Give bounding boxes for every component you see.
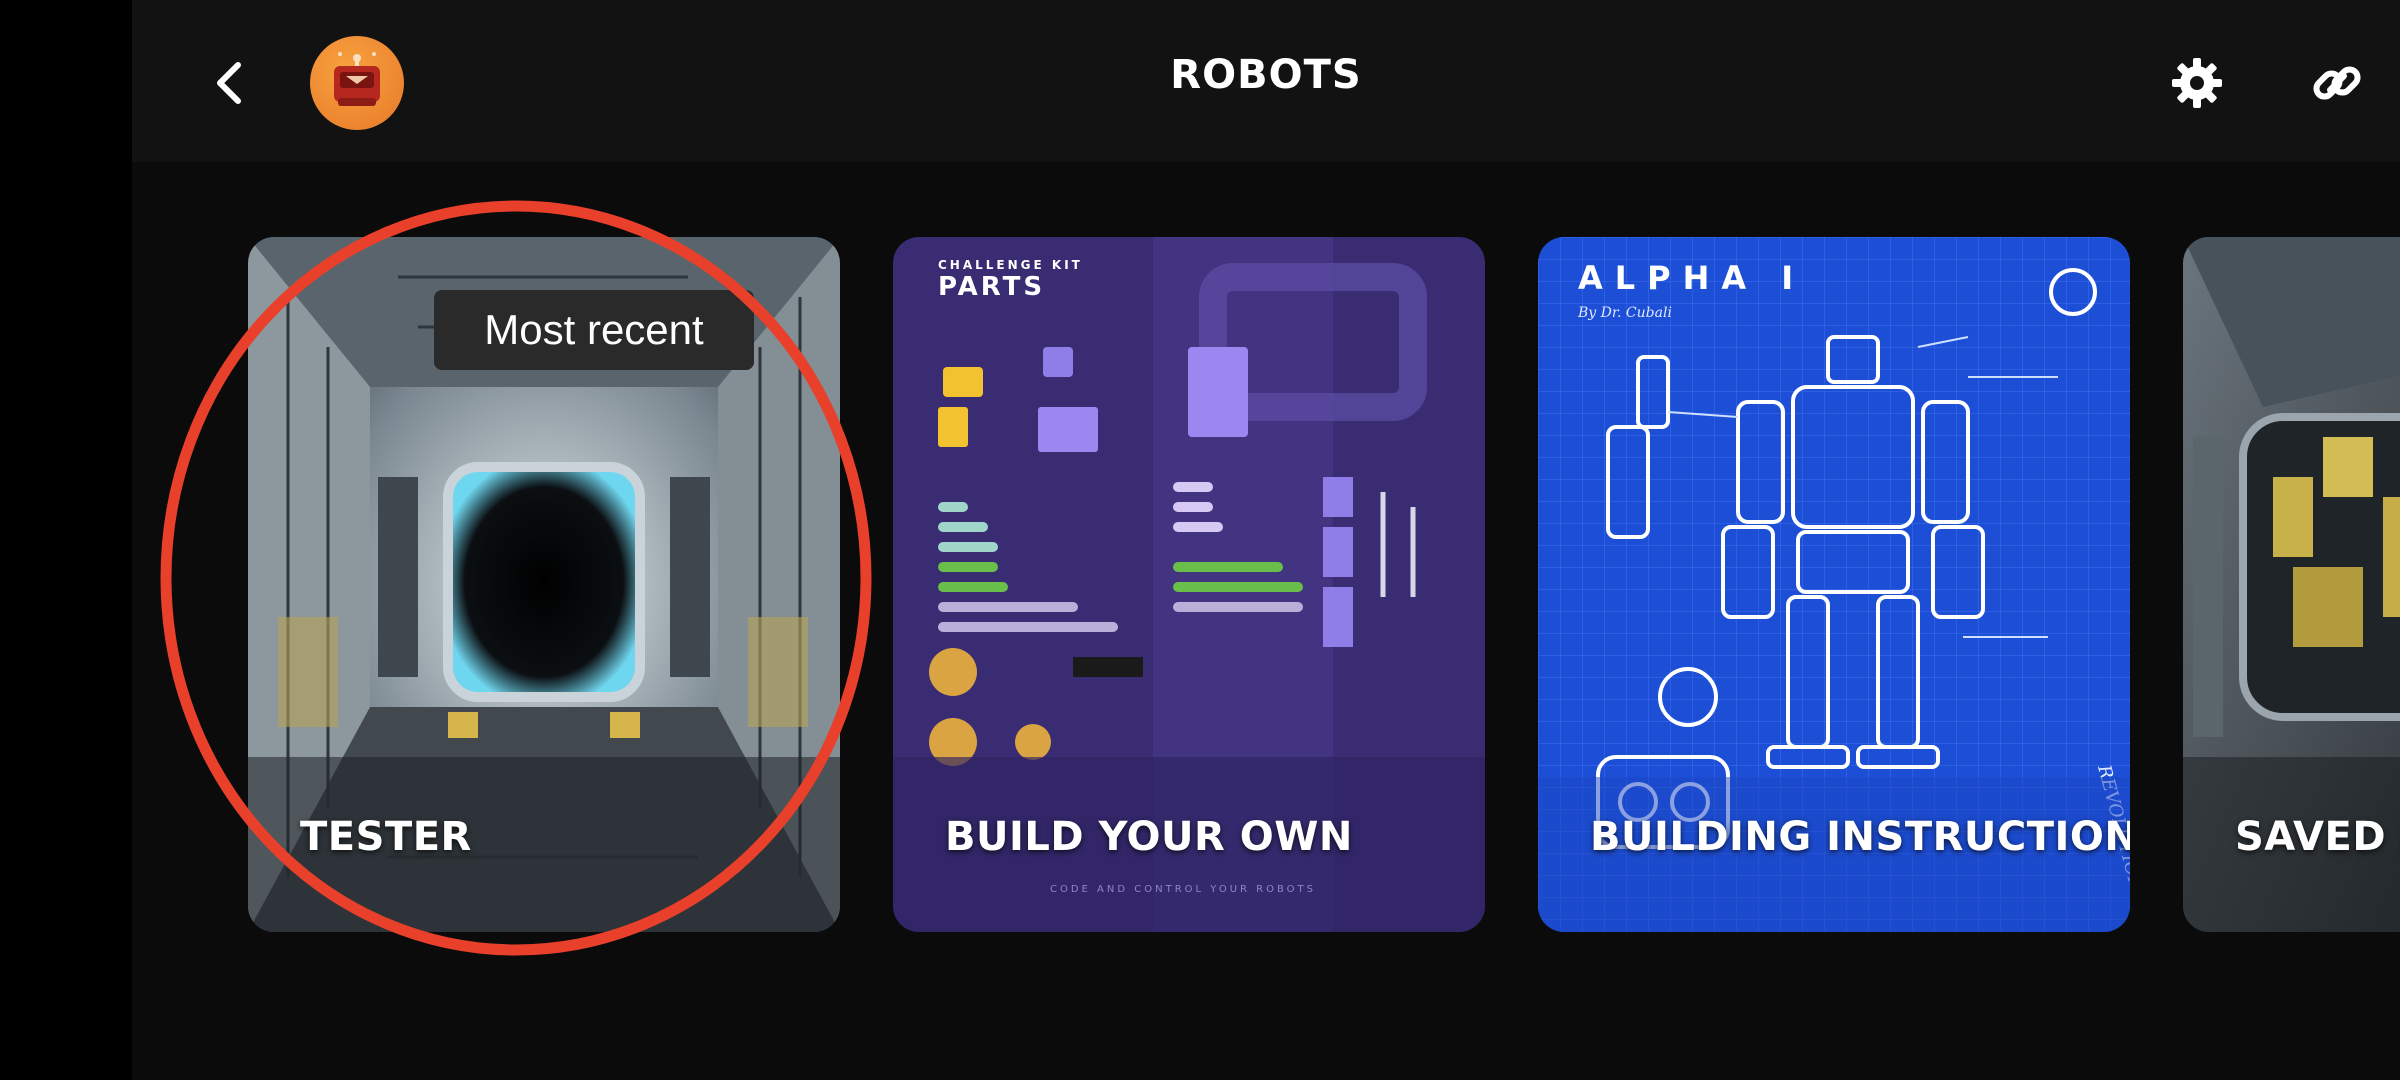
card-label: BUILD YOUR OWN bbox=[945, 814, 1353, 860]
most-recent-badge: Most recent bbox=[434, 290, 754, 370]
parts-art-title: PARTS bbox=[938, 272, 1045, 302]
app-window: ROBOTS TESTER Most recent CHALLENGE KIT … bbox=[132, 0, 2400, 1080]
parts-art-footer: CODE AND CONTROL YOUR ROBOTS bbox=[1050, 884, 1316, 895]
card-build-your-own[interactable]: CHALLENGE KIT PARTS CODE AND CONTROL YOU… bbox=[893, 237, 1485, 932]
card-label: SAVED ROBOTS bbox=[2235, 814, 2400, 860]
card-label: BUILDING INSTRUCTIONS bbox=[1590, 814, 2130, 860]
link-icon bbox=[2313, 66, 2361, 100]
top-bar: ROBOTS bbox=[132, 0, 2400, 162]
page-title: ROBOTS bbox=[1170, 52, 1362, 98]
settings-button[interactable] bbox=[2162, 48, 2232, 118]
gear-icon bbox=[2172, 58, 2222, 108]
parts-art-kicker: CHALLENGE KIT bbox=[938, 258, 1083, 272]
left-black-strip bbox=[0, 0, 132, 1080]
card-building-instructions[interactable]: ALPHA I By Dr. Cubali BUILDING INSTRUCTI… bbox=[1538, 237, 2130, 932]
link-button[interactable] bbox=[2302, 48, 2372, 118]
card-saved-robots[interactable]: SAVED ROBOTS bbox=[2183, 237, 2400, 932]
card-label: TESTER bbox=[300, 814, 472, 860]
blueprint-art-subtitle: By Dr. Cubali bbox=[1577, 305, 1672, 321]
blueprint-art-title: ALPHA I bbox=[1578, 259, 1805, 297]
